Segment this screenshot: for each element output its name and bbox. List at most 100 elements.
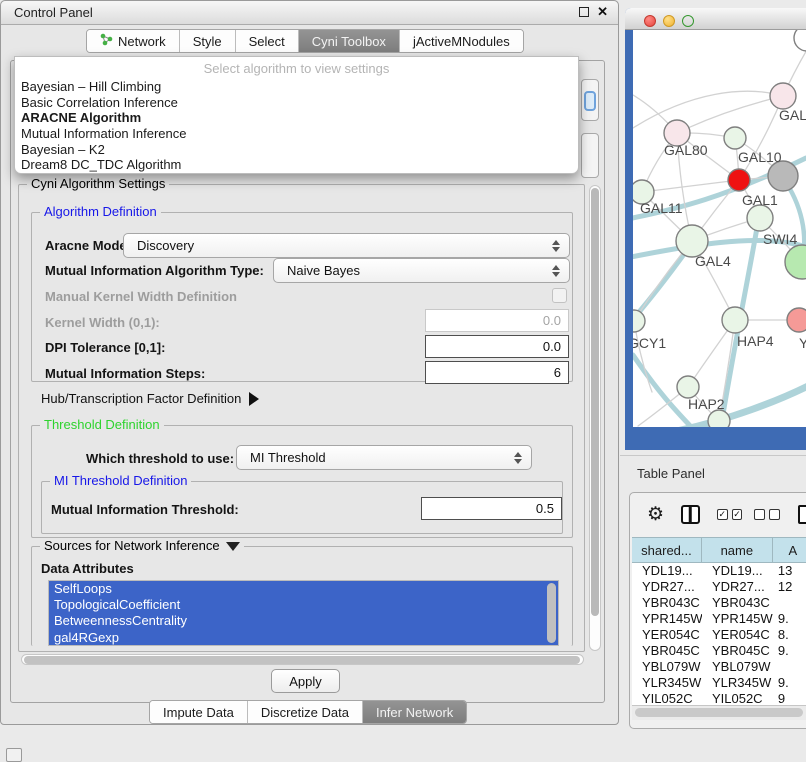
kernel-width-input[interactable]: 0.0 — [425, 309, 569, 332]
algorithm-option-dream8-dc-tdc-algorithm[interactable]: Dream8 DC_TDC Algorithm — [15, 157, 578, 173]
table-cell — [773, 595, 806, 611]
tab-label: Network — [118, 34, 166, 49]
unchecked-box-icon[interactable] — [754, 509, 765, 520]
table-row[interactable]: YBL079WYBL079W — [632, 659, 806, 675]
table-hscrollbar[interactable] — [632, 705, 806, 720]
table-cell: YBR045C — [632, 643, 702, 659]
table-panel-divider — [620, 455, 806, 456]
mi-threshold-group-title: MI Threshold Definition — [50, 473, 191, 488]
tab-jactivemnodules[interactable]: jActiveMNodules — [400, 30, 523, 52]
algorithm-option-aracne-algorithm[interactable]: ARACNE Algorithm — [15, 110, 578, 126]
bottom-tab-impute-data[interactable]: Impute Data — [150, 701, 248, 723]
table-hscrollbar-thumb[interactable] — [635, 708, 803, 717]
network-edge — [633, 91, 783, 128]
node-label-hap4: HAP4 — [737, 333, 774, 349]
attribute-item-gal4rgexp[interactable]: gal4RGexp — [49, 630, 558, 646]
column-header-shared[interactable]: shared... — [632, 538, 702, 562]
network-node[interactable] — [794, 30, 806, 51]
attribute-item-betweennesscentrality[interactable]: BetweennessCentrality — [49, 613, 558, 629]
mi-steps-input[interactable]: 6 — [425, 361, 569, 384]
close-traffic-light-icon[interactable] — [644, 15, 656, 27]
control-panel-titlebar[interactable]: Control Panel ✕ — [1, 1, 618, 25]
table-cell: 9. — [773, 675, 806, 691]
tab-style[interactable]: Style — [180, 30, 236, 52]
spinner-arrows-icon — [552, 240, 560, 252]
document-icon[interactable] — [798, 505, 806, 524]
network-node[interactable] — [722, 307, 748, 333]
hub-definition-expander[interactable]: Hub/Transcription Factor Definition — [41, 391, 259, 406]
settings-hscrollbar[interactable] — [21, 654, 584, 665]
tab-select[interactable]: Select — [236, 30, 299, 52]
table-row[interactable]: YER054CYER054C8. — [632, 627, 806, 643]
bottom-tab-infer-network[interactable]: Infer Network — [363, 701, 466, 723]
network-node[interactable] — [708, 410, 730, 427]
list-scrollbar-thumb[interactable] — [547, 583, 556, 643]
data-attributes-label: Data Attributes — [41, 561, 134, 576]
tab-cyni-toolbox[interactable]: Cyni Toolbox — [299, 30, 400, 52]
hidden-combo-fragment — [581, 79, 599, 121]
column-header-name[interactable]: name — [702, 538, 773, 562]
table-body: YDL19...YDL19...13YDR27...YDR27...12YBR0… — [632, 563, 806, 706]
which-threshold-combo[interactable]: MI Threshold — [236, 445, 532, 470]
mi-threshold-input[interactable]: 0.5 — [421, 497, 562, 520]
algorithm-option-bayesian-hill-climbing[interactable]: Bayesian – Hill Climbing — [15, 79, 578, 95]
settings-vscrollbar-thumb[interactable] — [591, 188, 599, 616]
gear-icon[interactable]: ⚙ — [647, 505, 664, 524]
dpi-tolerance-input[interactable]: 0.0 — [425, 335, 569, 358]
node-label-gal1: GAL1 — [742, 192, 778, 208]
network-node[interactable] — [787, 308, 806, 332]
algorithm-option-bayesian-k2[interactable]: Bayesian – K2 — [15, 142, 578, 158]
table-row[interactable]: YBR043CYBR043C — [632, 595, 806, 611]
column-layout-icon[interactable] — [681, 505, 700, 524]
close-icon[interactable]: ✕ — [597, 5, 608, 19]
zoom-traffic-light-icon[interactable] — [682, 15, 694, 27]
table-cell: YLR345W — [702, 675, 773, 691]
node-label-gal: GAL — [779, 107, 806, 123]
aracne-mode-combo[interactable]: Discovery — [123, 233, 570, 258]
table-row[interactable]: YPR145WYPR145W9. — [632, 611, 806, 627]
bottom-tab-discretize-data[interactable]: Discretize Data — [248, 701, 363, 723]
checked-box-icon-2[interactable]: ✓ — [732, 509, 743, 520]
table-row[interactable]: YBR045CYBR045C9. — [632, 643, 806, 659]
network-canvas[interactable]: GALGAL80GAL10GAL1GAL11SWI4GAL4GCY1HAP4YH… — [633, 30, 806, 427]
data-attributes-list[interactable]: SelfLoopsTopologicalCoefficientBetweenne… — [48, 580, 559, 646]
algorithm-option-mutual-information-inference[interactable]: Mutual Information Inference — [15, 126, 578, 142]
algorithm-definition-title: Algorithm Definition — [40, 204, 161, 219]
float-window-icon[interactable] — [579, 7, 589, 17]
network-node[interactable] — [728, 169, 750, 191]
network-node[interactable] — [785, 245, 806, 279]
network-node[interactable] — [770, 83, 796, 109]
attribute-item-topologicalcoefficient[interactable]: TopologicalCoefficient — [49, 597, 558, 613]
table-row[interactable]: YLR345WYLR345W9. — [632, 675, 806, 691]
panel-title: Control Panel — [14, 5, 93, 20]
network-node[interactable] — [724, 127, 746, 149]
settings-vscrollbar[interactable] — [589, 185, 601, 651]
expander-expanded-icon[interactable] — [226, 542, 240, 551]
unchecked-box-icon-2[interactable] — [769, 509, 780, 520]
network-node[interactable] — [633, 310, 645, 332]
table-row[interactable]: YDL19...YDL19...13 — [632, 563, 806, 579]
apply-button[interactable]: Apply — [271, 669, 340, 693]
network-node[interactable] — [747, 205, 773, 231]
tab-network[interactable]: Network — [87, 30, 180, 52]
tab-label: Discretize Data — [261, 705, 349, 720]
checked-box-icon[interactable]: ✓ — [717, 509, 728, 520]
minimize-traffic-light-icon[interactable] — [663, 15, 675, 27]
kernel-width-value: 0.0 — [543, 313, 561, 328]
algorithm-option-basic-correlation-inference[interactable]: Basic Correlation Inference — [15, 95, 578, 111]
table-row[interactable]: YDR27...YDR27...12 — [632, 579, 806, 595]
manual-kernel-checkbox[interactable] — [552, 288, 567, 303]
network-node[interactable] — [768, 161, 798, 191]
dpi-tolerance-label: DPI Tolerance [0,1]: — [45, 340, 165, 355]
apply-button-label: Apply — [289, 674, 322, 689]
network-node[interactable] — [677, 376, 699, 398]
collapsed-panel-icon[interactable] — [6, 748, 22, 762]
network-window-titlebar[interactable] — [625, 8, 806, 30]
column-header-a[interactable]: A — [773, 538, 806, 562]
attribute-item-selfloops[interactable]: SelfLoops — [49, 581, 558, 597]
network-icon — [100, 33, 113, 49]
table-cell: YIL052C — [702, 691, 773, 706]
mi-type-combo[interactable]: Naive Bayes — [273, 258, 570, 283]
settings-hscrollbar-thumb[interactable] — [24, 656, 580, 664]
table-row[interactable]: YIL052CYIL052C9 — [632, 691, 806, 706]
